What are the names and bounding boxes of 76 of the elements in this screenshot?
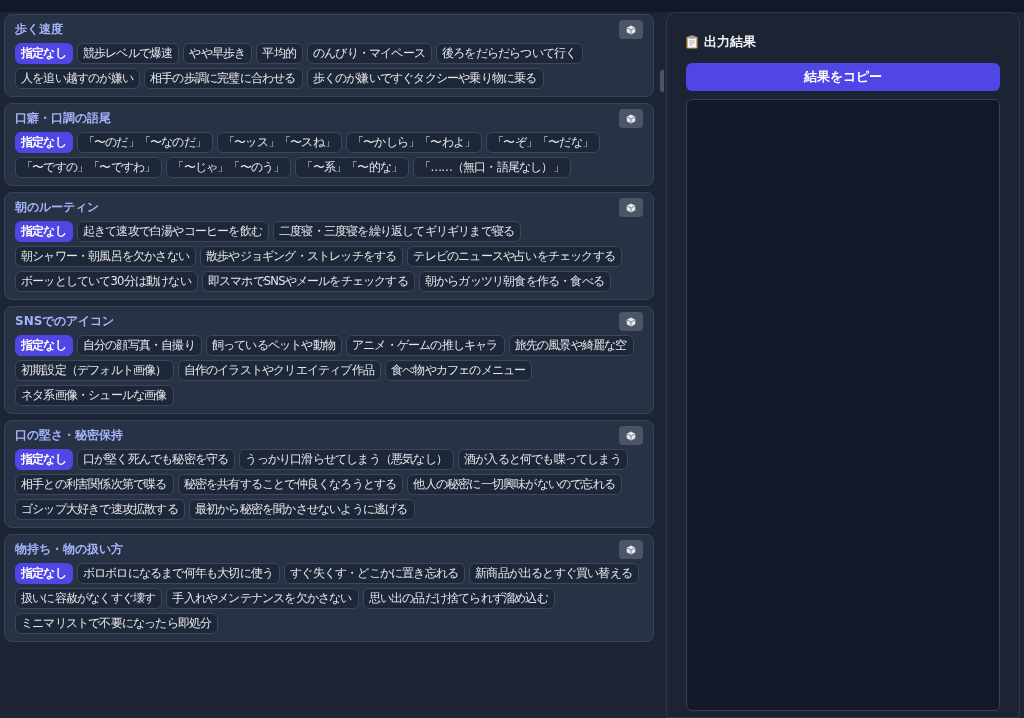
option-chip[interactable]: 「〜ぞ」「〜だな」 — [486, 132, 601, 153]
option-chip[interactable]: 朝からガッツリ朝食を作る・食べる — [418, 271, 612, 292]
category-title: 口癖・口調の語尾 — [15, 110, 111, 127]
random-button[interactable] — [619, 198, 643, 217]
option-chip[interactable]: 人を追い越すのが嫌い — [15, 68, 140, 89]
random-button[interactable] — [619, 20, 643, 39]
option-chip[interactable]: 相手の歩調に完璧に合わせる — [144, 68, 303, 89]
option-chip[interactable]: 指定なし — [15, 43, 73, 64]
option-chip[interactable]: 新商品が出るとすぐ買い替える — [469, 563, 640, 584]
cube-icon — [626, 24, 636, 35]
output-field[interactable] — [686, 99, 1000, 711]
option-chip[interactable]: 「……（無口・語尾なし）」 — [413, 157, 571, 178]
option-chip[interactable]: 二度寝・三度寝を繰り返してギリギリまで寝る — [273, 221, 522, 242]
option-chip[interactable]: 自作のイラストやクリエイティブ作品 — [177, 360, 381, 381]
option-chip[interactable]: 指定なし — [15, 221, 73, 242]
option-chip[interactable]: 最初から秘密を聞かさせないように逃げる — [188, 499, 415, 520]
random-button[interactable] — [619, 312, 643, 331]
cube-icon — [626, 316, 636, 327]
copy-button[interactable]: 結果をコピー — [686, 63, 1000, 91]
option-chip[interactable]: 即スマホでSNSやメールをチェックする — [201, 271, 415, 292]
option-chip[interactable]: 歩くのが嫌いですぐタクシーや乗り物に乗る — [306, 68, 544, 89]
option-chip[interactable]: ミニマリストで不要になったら即処分 — [15, 613, 219, 634]
option-chip[interactable]: 自分の顔写真・自撮り — [76, 335, 202, 356]
cube-icon — [626, 430, 636, 441]
option-chip[interactable]: うっかり口滑らせてしまう（悪気なし） — [239, 449, 455, 470]
option-chip[interactable]: テレビのニュースや占いをチェックする — [407, 246, 623, 267]
option-chip[interactable]: 「〜ですの」「〜ですわ」 — [15, 157, 163, 178]
option-chip[interactable]: 「〜かしら」「〜わよ」 — [346, 132, 483, 153]
option-chip[interactable]: ボロボロになるまで何年も大切に使う — [76, 563, 281, 584]
cube-icon — [626, 113, 636, 124]
option-chip[interactable]: 旅先の風景や綺麗な空 — [508, 335, 634, 356]
option-chip[interactable]: ボーッとしていて30分は動けない — [15, 271, 198, 292]
cube-icon — [626, 544, 636, 555]
option-chip[interactable]: のんびり・マイペース — [307, 43, 433, 64]
option-chip[interactable]: 「〜のだ」「〜なのだ」 — [76, 132, 213, 153]
category-title: 物持ち・物の扱い方 — [15, 541, 123, 558]
option-chip[interactable]: 指定なし — [15, 132, 73, 153]
random-button[interactable] — [619, 109, 643, 128]
option-chip[interactable]: 口が堅く死んでも秘密を守る — [76, 449, 236, 470]
option-chip[interactable]: 朝シャワー・朝風呂を欠かさない — [15, 246, 196, 267]
option-chip[interactable]: 相手との利害関係次第で喋る — [15, 474, 174, 495]
option-chip[interactable]: 後ろをだらだらついて行く — [436, 43, 584, 64]
option-chip[interactable]: 指定なし — [15, 335, 73, 356]
option-chip[interactable]: ネタ系画像・シュールな画像 — [15, 385, 174, 406]
random-button[interactable] — [619, 540, 643, 559]
option-chip[interactable]: アニメ・ゲームの推しキャラ — [346, 335, 505, 356]
option-chip[interactable]: 指定なし — [15, 449, 73, 470]
option-chip[interactable]: 他人の秘密に一切興味がないので忘れる — [407, 474, 623, 495]
option-chip[interactable]: 「〜系」「〜的な」 — [295, 157, 410, 178]
option-chip[interactable]: 秘密を共有することで仲良くなろうとする — [177, 474, 404, 495]
option-chip[interactable]: 「〜ッス」「〜スね」 — [217, 132, 343, 153]
scrollbar-thumb[interactable] — [660, 70, 664, 92]
option-chip[interactable]: 指定なし — [15, 563, 73, 584]
option-chip[interactable]: 「〜じゃ」「〜のう」 — [166, 157, 292, 178]
category-title: 歩く速度 — [15, 21, 63, 38]
option-chip[interactable]: 思い出の品だけ捨てられず溜め込む — [362, 588, 555, 609]
option-chip[interactable]: 起きて速攻で白湯やコーヒーを飲む — [76, 221, 269, 242]
category-title: 口の堅さ・秘密保持 — [15, 427, 123, 444]
option-chip[interactable]: やや早歩き — [183, 43, 253, 64]
option-chip[interactable]: 酒が入ると何でも喋ってしまう — [458, 449, 628, 470]
option-chip[interactable]: 飼っているペットや動物 — [205, 335, 343, 356]
output-title: 出力結果 — [704, 33, 756, 51]
option-chip[interactable]: 食べ物やカフェのメニュー — [385, 360, 533, 381]
option-chip[interactable]: 平均的 — [256, 43, 304, 64]
option-chip[interactable]: 散歩やジョギング・ストレッチをする — [200, 246, 404, 267]
option-chip[interactable]: すぐ失くす・どこかに置き忘れる — [284, 563, 466, 584]
option-chip[interactable]: 手入れやメンテナンスを欠かさない — [166, 588, 359, 609]
clipboard-icon — [686, 35, 698, 49]
option-chip[interactable]: 初期設定（デフォルト画像） — [15, 360, 174, 381]
option-chip[interactable]: ゴシップ大好きで速攻拡散する — [15, 499, 185, 520]
option-chip[interactable]: 競歩レベルで爆速 — [76, 43, 180, 64]
option-chip[interactable]: 扱いに容赦がなくすぐ壊す — [15, 588, 163, 609]
category-title: 朝のルーティン — [15, 199, 99, 216]
cube-icon — [626, 202, 636, 213]
random-button[interactable] — [619, 426, 643, 445]
category-title: SNSでのアイコン — [15, 313, 115, 330]
